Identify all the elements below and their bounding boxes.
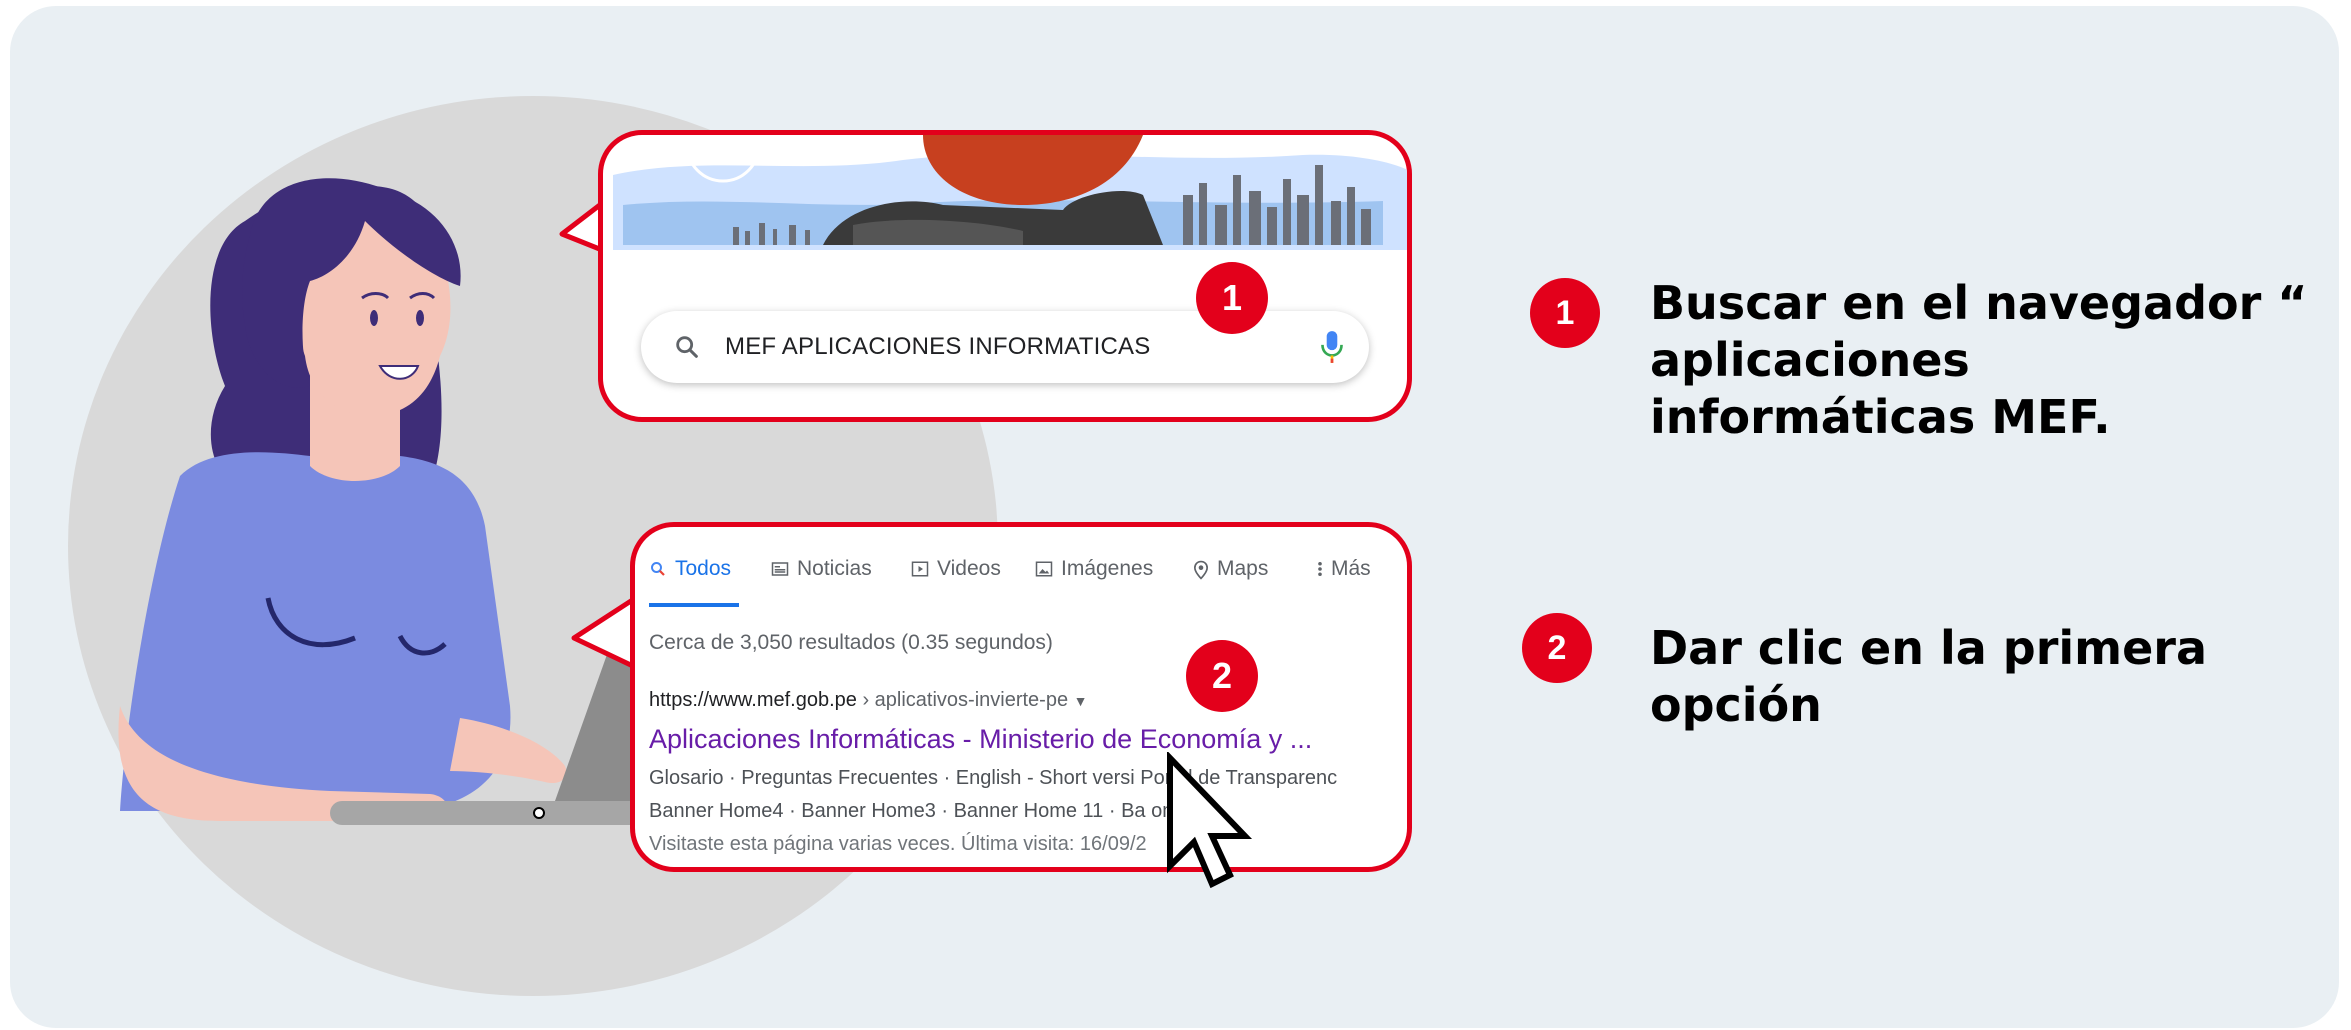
play-icon xyxy=(911,561,929,577)
result-url-path: › aplicativos-invierte-pe xyxy=(856,689,1069,711)
newspaper-icon xyxy=(771,562,789,576)
step-number-1: 1 xyxy=(1530,278,1600,348)
tab-label: Videos xyxy=(937,557,1001,580)
map-pin-icon xyxy=(1193,560,1209,580)
tab-todos[interactable]: Todos xyxy=(649,557,740,607)
tab-maps[interactable]: Maps xyxy=(1193,557,1268,607)
result-count: Cerca de 3,050 resultados (0.35 segundos… xyxy=(649,631,1053,654)
step-marker-1: 1 xyxy=(1196,262,1268,334)
tab-label: Maps xyxy=(1217,557,1269,580)
mouse-cursor-icon xyxy=(1167,752,1253,889)
search-input[interactable]: MEF APLICACIONES INFORMATICAS xyxy=(725,311,1150,383)
microphone-icon[interactable] xyxy=(1319,329,1345,365)
result-visit-info: Visitaste esta página varias veces. Últi… xyxy=(649,833,1147,855)
result-url-host: https://www.mef.gob.pe xyxy=(649,689,857,711)
step-marker-2: 2 xyxy=(1186,640,1258,712)
search-icon xyxy=(651,562,665,576)
search-box[interactable]: MEF APLICACIONES INFORMATICAS xyxy=(641,311,1369,383)
tab-label: Imágenes xyxy=(1061,557,1154,580)
tab-videos[interactable]: Videos xyxy=(911,557,1001,607)
results-bubble: Todos Noticias Videos Imágenes Maps Más … xyxy=(630,522,1412,872)
tab-imagenes[interactable]: Imágenes xyxy=(1035,557,1153,607)
result-sitelinks[interactable]: Banner Home4 · Banner Home3 · Banner Hom… xyxy=(649,800,1223,823)
image-icon xyxy=(1035,561,1053,577)
result-title-link[interactable]: Aplicaciones Informáticas - Ministerio d… xyxy=(649,724,1312,755)
step-number-2: 2 xyxy=(1522,613,1592,683)
tab-label: Noticias xyxy=(797,557,872,580)
more-vert-icon xyxy=(1318,561,1322,577)
search-tabs: Todos Noticias Videos Imágenes Maps Más xyxy=(649,557,1407,607)
tab-label: Todos xyxy=(675,557,732,580)
search-icon xyxy=(676,336,698,358)
google-doodle-image xyxy=(613,135,1407,250)
step-1-text: Buscar en el navegador “ aplicaciones in… xyxy=(1650,276,2308,444)
step-2-text: Dar clic en la primera opción xyxy=(1650,621,2208,732)
tab-label: Más xyxy=(1331,557,1371,580)
result-url[interactable]: https://www.mef.gob.pe › aplicativos-inv… xyxy=(649,689,1088,712)
tab-noticias[interactable]: Noticias xyxy=(771,557,872,607)
search-bubble: MEF APLICACIONES INFORMATICAS xyxy=(598,130,1412,422)
tab-mas[interactable]: Más xyxy=(1317,557,1371,607)
chevron-down-icon[interactable]: ▼ xyxy=(1074,693,1088,709)
